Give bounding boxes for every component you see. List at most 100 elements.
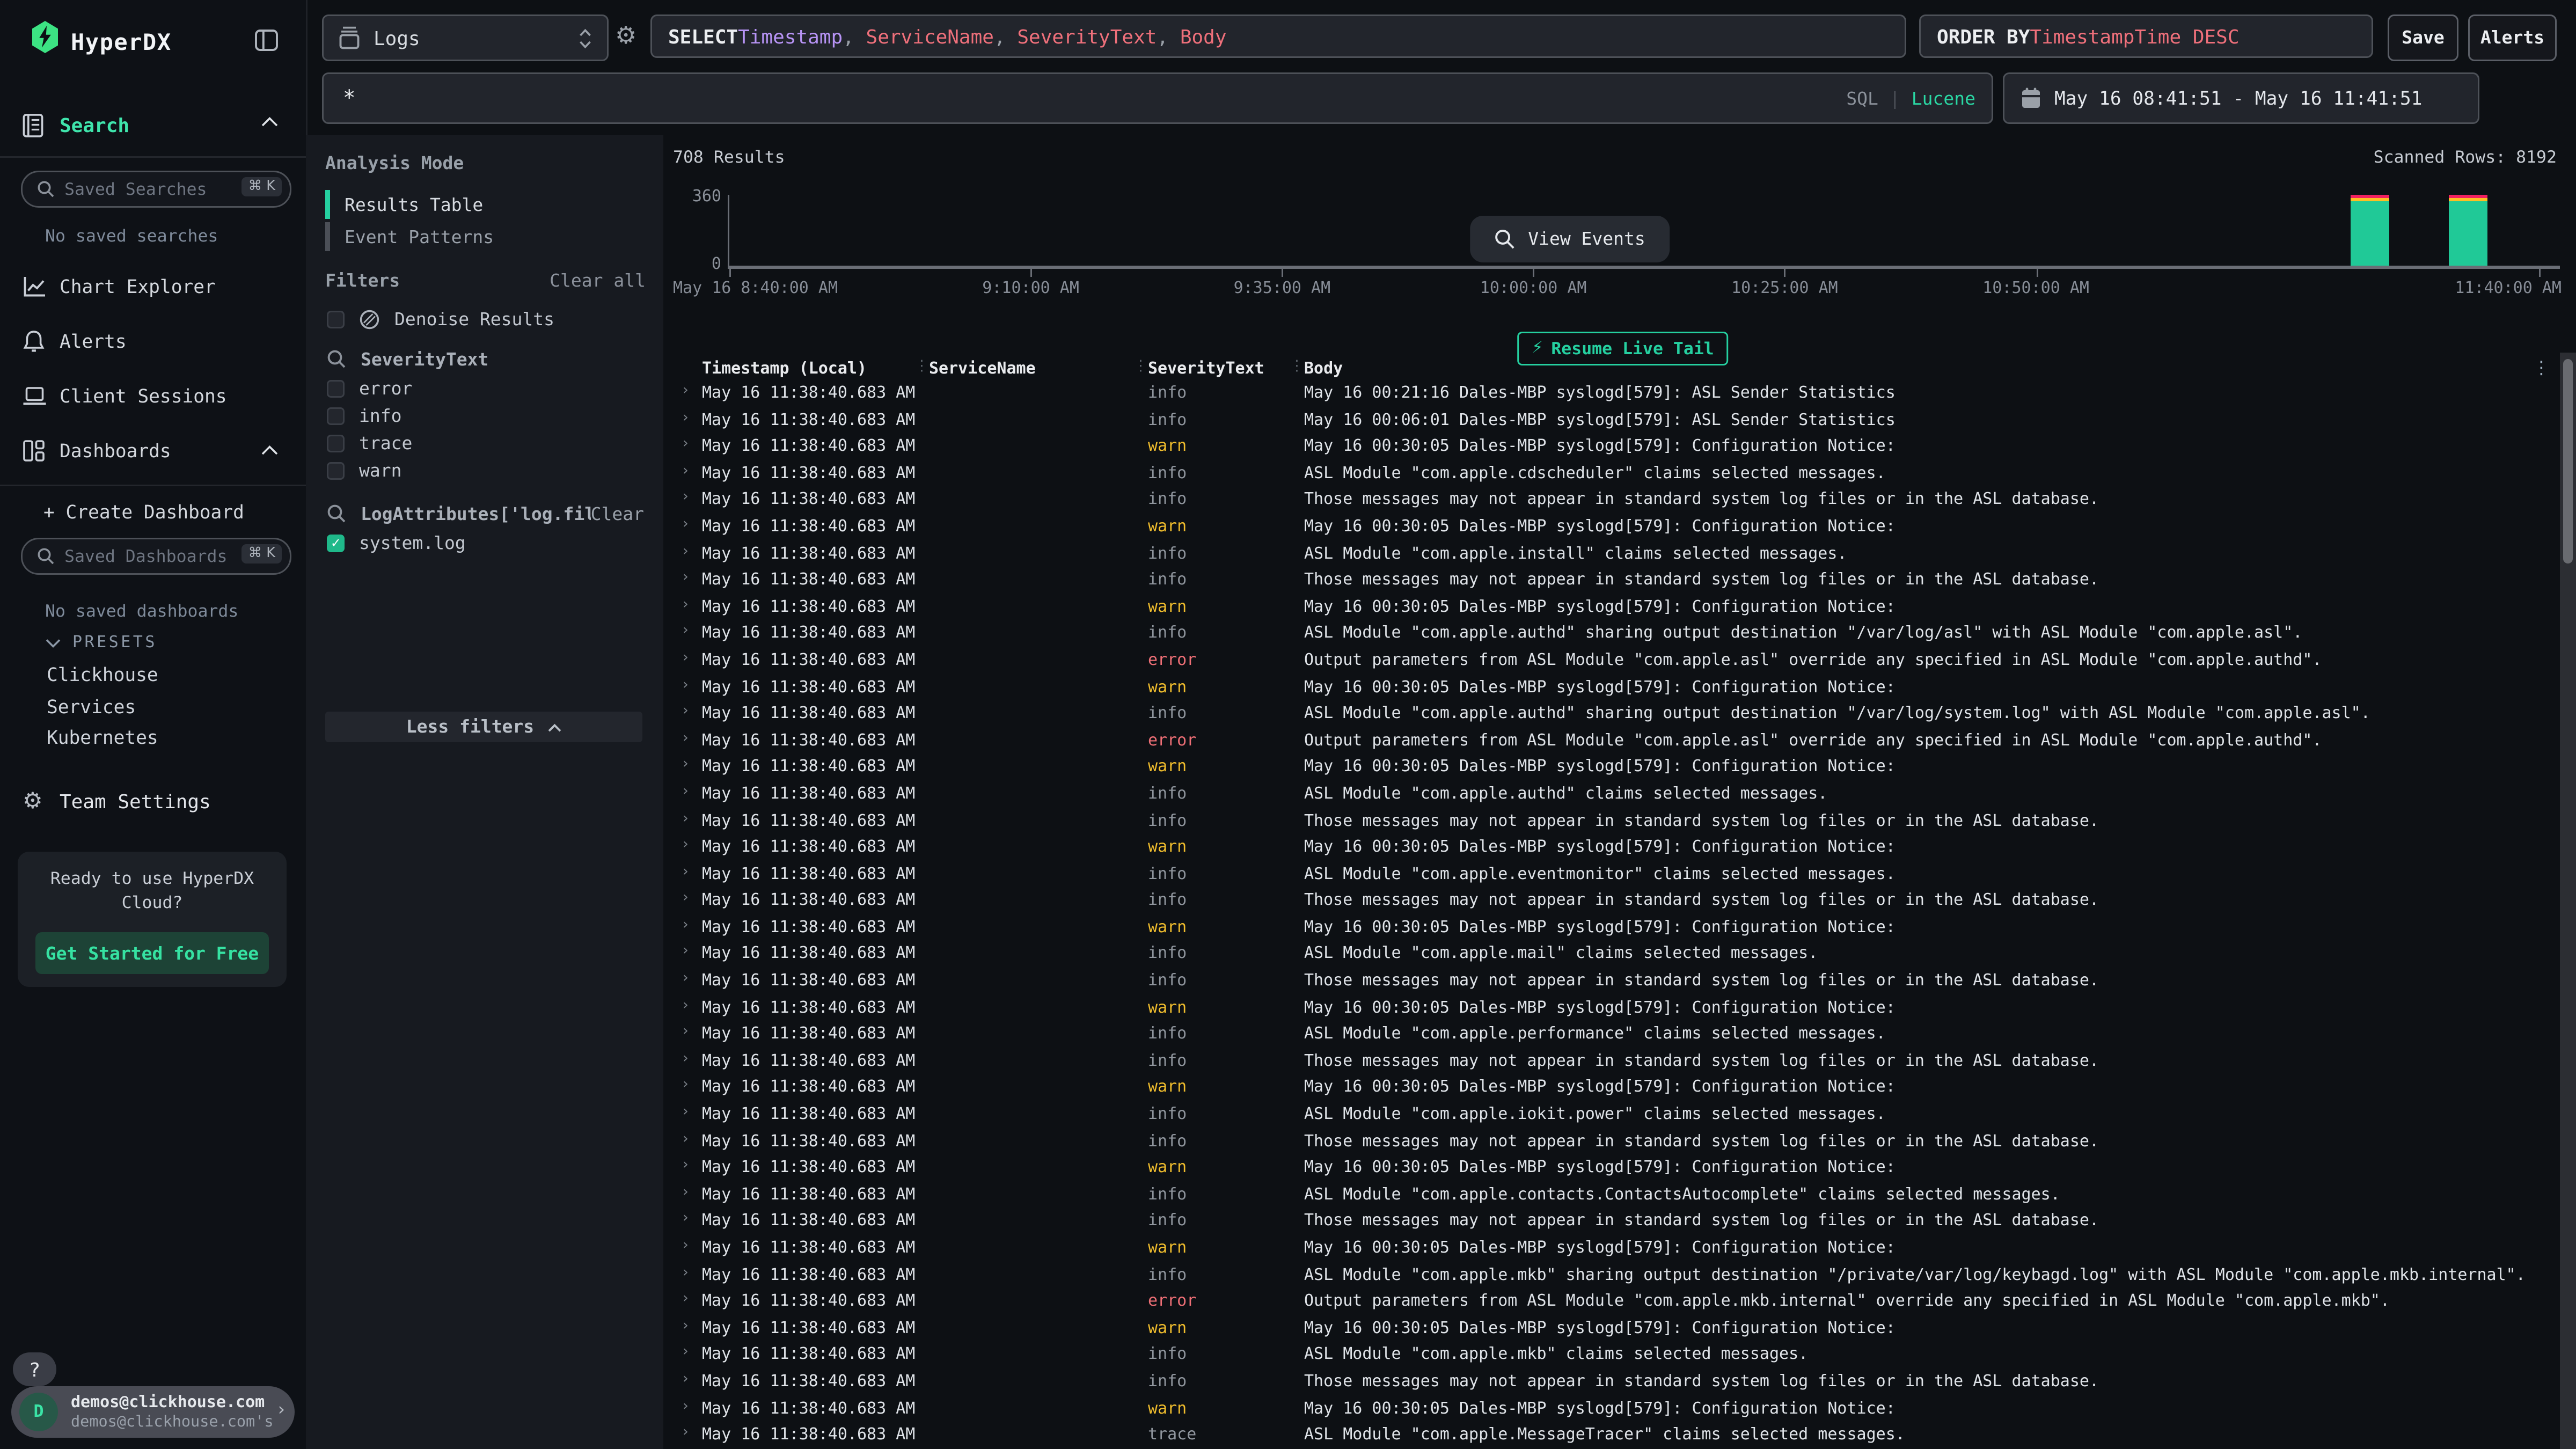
denoise-filter[interactable]: Denoise Results bbox=[327, 308, 554, 330]
row-expand-icon[interactable]: › bbox=[681, 410, 690, 426]
row-expand-icon[interactable]: › bbox=[681, 784, 690, 800]
row-expand-icon[interactable]: › bbox=[681, 918, 690, 934]
table-row[interactable]: ›May 16 11:38:40.683 AMwarnMay 16 00:30:… bbox=[663, 756, 2557, 782]
search-icon[interactable] bbox=[327, 349, 346, 369]
row-expand-icon[interactable]: › bbox=[681, 704, 690, 720]
checkbox[interactable]: ✓ bbox=[327, 534, 345, 552]
preset-item-clickhouse[interactable]: Clickhouse bbox=[47, 663, 158, 695]
search-icon[interactable] bbox=[327, 504, 346, 523]
row-expand-icon[interactable]: › bbox=[681, 757, 690, 773]
table-row[interactable]: ›May 16 11:38:40.683 AMinfoThose message… bbox=[663, 1210, 2557, 1236]
date-range-picker[interactable]: May 16 08:41:51 - May 16 11:41:51 bbox=[2003, 72, 2479, 124]
row-expand-icon[interactable]: › bbox=[681, 944, 690, 960]
row-expand-icon[interactable]: › bbox=[681, 624, 690, 640]
table-row[interactable]: ›May 16 11:38:40.683 AMerrorOutput param… bbox=[663, 729, 2557, 756]
row-expand-icon[interactable]: › bbox=[681, 1425, 690, 1441]
sidebar-item-client-sessions[interactable]: Client Sessions bbox=[0, 377, 306, 415]
table-row[interactable]: ›May 16 11:38:40.683 AMwarnMay 16 00:30:… bbox=[663, 595, 2557, 622]
row-expand-icon[interactable]: › bbox=[681, 1238, 690, 1254]
table-row[interactable]: ›May 16 11:38:40.683 AMinfoThose message… bbox=[663, 568, 2557, 595]
row-expand-icon[interactable]: › bbox=[681, 1211, 690, 1227]
row-expand-icon[interactable]: › bbox=[681, 597, 690, 613]
row-expand-icon[interactable]: › bbox=[681, 1131, 690, 1147]
lucene-mode-toggle[interactable]: Lucene bbox=[1912, 88, 1975, 109]
row-expand-icon[interactable]: › bbox=[681, 1024, 690, 1041]
table-row[interactable]: ›May 16 11:38:40.683 AMerrorOutput param… bbox=[663, 649, 2557, 676]
row-expand-icon[interactable]: › bbox=[681, 998, 690, 1014]
row-expand-icon[interactable]: › bbox=[681, 1292, 690, 1308]
row-expand-icon[interactable]: › bbox=[681, 437, 690, 453]
row-expand-icon[interactable]: › bbox=[681, 1318, 690, 1334]
table-row[interactable]: ›May 16 11:38:40.683 AMtraceASL Module "… bbox=[663, 1423, 2557, 1449]
row-expand-icon[interactable]: › bbox=[681, 1399, 690, 1415]
row-expand-icon[interactable]: › bbox=[681, 1265, 690, 1281]
search-query-input[interactable]: * SQL | Lucene bbox=[322, 72, 1993, 124]
row-expand-icon[interactable]: › bbox=[681, 864, 690, 880]
sidebar-item-search[interactable]: Search bbox=[0, 106, 306, 145]
row-expand-icon[interactable]: › bbox=[681, 677, 690, 693]
table-row[interactable]: ›May 16 11:38:40.683 AMinfoThose message… bbox=[663, 969, 2557, 996]
severity-option-info[interactable]: info bbox=[327, 405, 402, 427]
row-expand-icon[interactable]: › bbox=[681, 811, 690, 827]
table-row[interactable]: ›May 16 11:38:40.683 AMinfoASL Module "c… bbox=[663, 942, 2557, 969]
alerts-button[interactable]: Alerts bbox=[2468, 14, 2557, 61]
row-expand-icon[interactable]: › bbox=[681, 517, 690, 533]
row-expand-icon[interactable]: › bbox=[681, 650, 690, 667]
table-row[interactable]: ›May 16 11:38:40.683 AMinfoASL Module "c… bbox=[663, 542, 2557, 569]
table-row[interactable]: ›May 16 11:38:40.683 AMinfoThose message… bbox=[663, 1050, 2557, 1077]
table-row[interactable]: ›May 16 11:38:40.683 AMinfoASL Module "c… bbox=[663, 462, 2557, 488]
results-histogram[interactable]: 360 0 May 16 8:40:00 AM9:10:00 AM9:35:00… bbox=[728, 195, 2558, 266]
table-row[interactable]: ›May 16 11:38:40.683 AMinfoASL Module "c… bbox=[663, 862, 2557, 889]
column-header-timestamp[interactable]: Timestamp (Local) bbox=[702, 361, 867, 378]
checkbox[interactable] bbox=[327, 310, 345, 328]
checkbox[interactable] bbox=[327, 379, 345, 397]
severity-option-error[interactable]: error bbox=[327, 377, 412, 399]
preset-item-kubernetes[interactable]: Kubernetes bbox=[47, 726, 158, 758]
attr-option-system.log[interactable]: ✓system.log bbox=[327, 531, 466, 554]
table-row[interactable]: ›May 16 11:38:40.683 AMinfoThose message… bbox=[663, 809, 2557, 836]
sidebar-collapse-icon[interactable] bbox=[254, 29, 279, 52]
attr-clear-button[interactable]: Clear bbox=[591, 503, 644, 524]
select-query-input[interactable]: SELECT Timestamp, ServiceName, SeverityT… bbox=[650, 14, 1906, 58]
column-resize-grip[interactable]: ⋮ bbox=[1133, 359, 1148, 375]
presets-toggle[interactable]: PRESETS bbox=[45, 634, 157, 652]
table-row[interactable]: ›May 16 11:38:40.683 AMinfoASL Module "c… bbox=[663, 1023, 2557, 1050]
mode-event-patterns[interactable]: Event Patterns bbox=[325, 222, 494, 251]
severity-option-trace[interactable]: trace bbox=[327, 433, 412, 455]
row-expand-icon[interactable]: › bbox=[681, 544, 690, 560]
table-row[interactable]: ›May 16 11:38:40.683 AMinfoASL Module "c… bbox=[663, 1183, 2557, 1210]
sql-mode-toggle[interactable]: SQL bbox=[1846, 88, 1878, 109]
preset-item-services[interactable]: Services bbox=[47, 695, 158, 727]
source-settings-gear-icon[interactable]: ⚙ bbox=[615, 21, 636, 50]
get-started-button[interactable]: Get Started for Free bbox=[35, 932, 269, 974]
severity-option-warn[interactable]: warn bbox=[327, 460, 402, 483]
scrollbar-thumb[interactable] bbox=[2563, 359, 2573, 564]
table-row[interactable]: ›May 16 11:38:40.683 AMinfoASL Module "c… bbox=[663, 782, 2557, 809]
checkbox[interactable] bbox=[327, 407, 345, 425]
source-select[interactable]: Logs bbox=[322, 14, 609, 61]
table-row[interactable]: ›May 16 11:38:40.683 AMinfoThose message… bbox=[663, 1370, 2557, 1397]
table-row[interactable]: ›May 16 11:38:40.683 AMwarnMay 16 00:30:… bbox=[663, 435, 2557, 462]
checkbox[interactable] bbox=[327, 435, 345, 452]
help-button[interactable]: ? bbox=[13, 1352, 56, 1386]
mode-results-table[interactable]: Results Table bbox=[325, 190, 483, 219]
column-header-servicename[interactable]: ServiceName bbox=[929, 361, 1036, 378]
row-expand-icon[interactable]: › bbox=[681, 1345, 690, 1361]
saved-searches-input[interactable]: Saved Searches ⌘ K bbox=[21, 171, 291, 208]
order-by-input[interactable]: ORDER BY TimestampTime DESC bbox=[1919, 14, 2373, 58]
scrollbar-track[interactable] bbox=[2560, 353, 2576, 1449]
table-row[interactable]: ›May 16 11:38:40.683 AMinfoThose message… bbox=[663, 1130, 2557, 1157]
column-resize-grip[interactable]: ⋮ bbox=[1290, 359, 1304, 375]
save-button[interactable]: Save bbox=[2388, 14, 2458, 61]
sidebar-item-team-settings[interactable]: ⚙ Team Settings bbox=[0, 782, 306, 821]
resume-live-tail-button[interactable]: ⚡ Resume Live Tail bbox=[1517, 332, 1729, 365]
less-filters-button[interactable]: Less filters bbox=[325, 712, 642, 742]
table-row[interactable]: ›May 16 11:38:40.683 AMwarnMay 16 00:30:… bbox=[663, 916, 2557, 943]
table-row[interactable]: ›May 16 11:38:40.683 AMinfoMay 16 00:06:… bbox=[663, 408, 2557, 435]
histogram-bar[interactable] bbox=[2449, 194, 2488, 266]
row-expand-icon[interactable]: › bbox=[681, 1104, 690, 1121]
table-row[interactable]: ›May 16 11:38:40.683 AMinfoASL Module "c… bbox=[663, 1263, 2557, 1290]
row-expand-icon[interactable]: › bbox=[681, 1051, 690, 1067]
row-expand-icon[interactable]: › bbox=[681, 837, 690, 853]
row-expand-icon[interactable]: › bbox=[681, 490, 690, 506]
